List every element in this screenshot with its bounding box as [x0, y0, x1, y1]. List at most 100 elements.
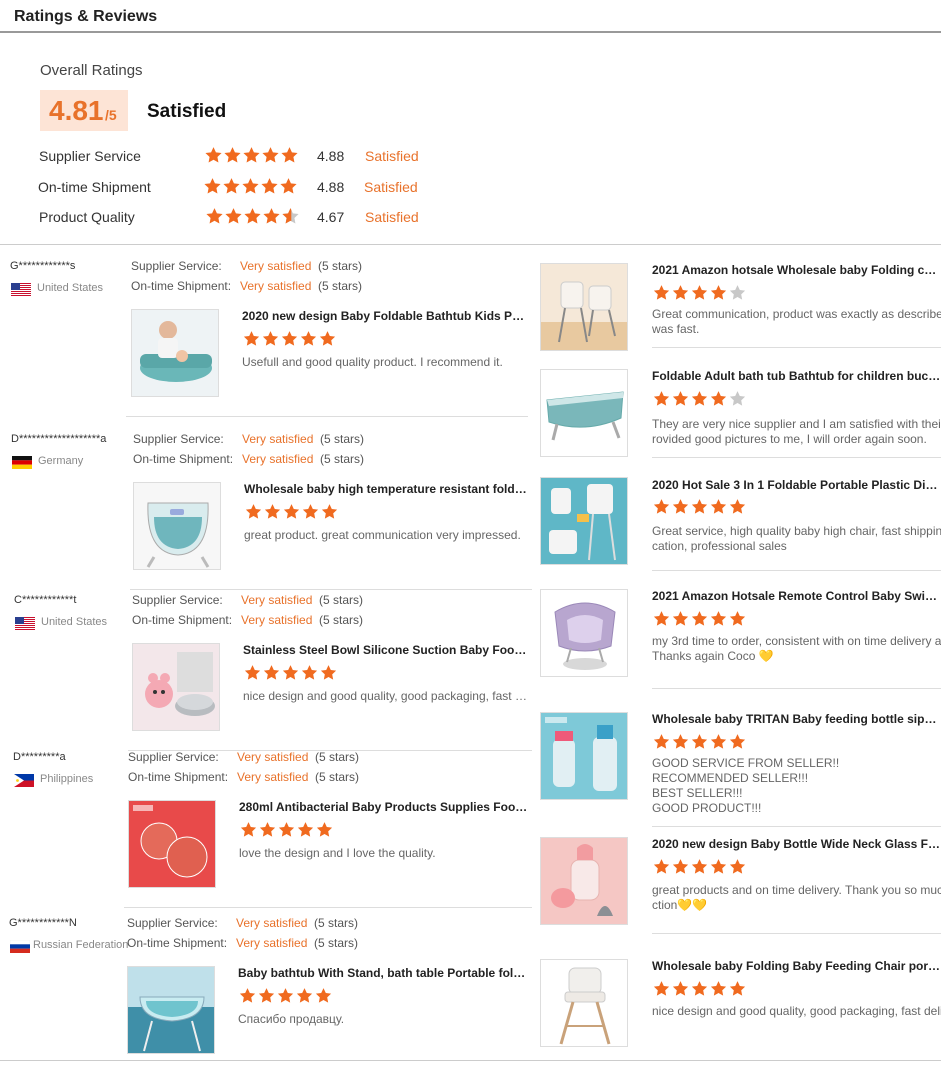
review-rating-stars — [242, 330, 337, 348]
star-full-icon — [244, 503, 263, 520]
star-full-icon — [709, 390, 728, 407]
star-full-icon — [262, 664, 281, 681]
product-thumbnail[interactable] — [132, 643, 220, 731]
product-title-link[interactable]: 280ml Antibacterial Baby Products Suppli… — [239, 800, 530, 814]
on-time-shipment-stars: (5 stars) — [320, 452, 365, 466]
star-empty-icon — [728, 390, 747, 407]
product-title-link[interactable]: Foldable Adult bath tub Bathtub for chil… — [652, 369, 941, 383]
review-rating-stars — [652, 284, 747, 302]
star-full-icon — [238, 987, 257, 1004]
star-full-icon — [690, 733, 709, 750]
review-rating-stars — [239, 821, 334, 839]
product-title-link[interactable]: Stainless Steel Bowl Silicone Suction Ba… — [243, 643, 530, 657]
supplier-service-label: Supplier Service: — [127, 916, 218, 930]
country-flag-icon — [15, 617, 35, 630]
reviewer-name: G************s — [10, 260, 76, 272]
product-thumbnail[interactable] — [540, 589, 628, 677]
star-full-icon — [315, 821, 334, 838]
review-rating-stars — [652, 390, 747, 408]
on-time-shipment-label: On-time Shipment: — [128, 770, 229, 784]
reviewer-name: G************N — [9, 917, 77, 929]
star-full-icon — [279, 177, 298, 195]
star-full-icon — [709, 610, 728, 627]
product-title-link[interactable]: Wholesale baby high temperature resistan… — [244, 482, 530, 496]
product-thumbnail[interactable] — [131, 309, 219, 397]
review-separator — [652, 688, 941, 689]
review-separator — [652, 933, 941, 934]
star-half-icon — [281, 207, 300, 225]
product-title-link[interactable]: Baby bathtub With Stand, bath table Port… — [238, 966, 530, 980]
star-full-icon — [261, 330, 280, 347]
star-full-icon — [301, 503, 320, 520]
supplier-service-status: Very satisfied — [237, 750, 309, 764]
star-full-icon — [690, 284, 709, 301]
star-full-icon — [671, 610, 690, 627]
review-rating-stars — [243, 664, 338, 682]
star-full-icon — [318, 330, 337, 347]
supplier-service-status: Very satisfied — [242, 432, 314, 446]
review-comment: GOOD SERVICE FROM SELLER!! RECOMMENDED SE… — [652, 756, 941, 816]
review-rating-stars — [238, 987, 333, 1005]
review-comment-line: RECOMMENDED SELLER!!! — [652, 771, 809, 785]
product-title-link[interactable]: 2021 Amazon hotsale Wholesale baby Foldi… — [652, 263, 941, 277]
supplier-service-stars: (5 stars) — [318, 259, 363, 273]
product-thumbnail[interactable] — [540, 712, 628, 800]
star-full-icon — [690, 390, 709, 407]
product-title-link[interactable]: Wholesale baby TRITAN Baby feeding bottl… — [652, 712, 941, 726]
review-rating-stars — [652, 858, 747, 876]
review-comment-line: rovided good pictures to me, I will orde… — [652, 432, 927, 446]
summary-value: 4.88 — [317, 179, 345, 195]
star-full-icon — [258, 821, 277, 838]
star-full-icon — [652, 498, 671, 515]
product-thumbnail[interactable] — [127, 966, 215, 1054]
review-comment-line: great products and on time delivery. Tha… — [652, 883, 941, 897]
star-full-icon — [690, 610, 709, 627]
on-time-shipment-stars: (5 stars) — [314, 936, 359, 950]
on-time-shipment-label: On-time Shipment: — [132, 613, 233, 627]
on-time-shipment-status: Very satisfied — [237, 770, 309, 784]
star-full-icon — [652, 858, 671, 875]
product-thumbnail[interactable] — [540, 263, 628, 351]
on-time-shipment-status: Very satisfied — [236, 936, 308, 950]
summary-row-shipment: On-time Shipment 4.88 Satisfied — [0, 177, 500, 199]
review-comment-line: cation, professional sales — [652, 539, 787, 553]
product-thumbnail[interactable] — [540, 959, 628, 1047]
review-separator — [652, 457, 941, 458]
country-flag-icon — [11, 283, 31, 296]
star-full-icon — [728, 498, 747, 515]
review-separator — [652, 826, 941, 827]
section-divider — [0, 244, 941, 245]
product-title-link[interactable]: Wholesale baby Folding Baby Feeding Chai… — [652, 959, 941, 973]
review-comment-line: Thanks again Coco 💛 — [652, 649, 774, 663]
review-separator — [652, 347, 941, 348]
product-title-link[interactable]: 2020 new design Baby Bottle Wide Neck Gl… — [652, 837, 941, 851]
star-full-icon — [709, 858, 728, 875]
product-thumbnail[interactable] — [128, 800, 216, 888]
product-title-link[interactable]: 2020 Hot Sale 3 In 1 Foldable Portable P… — [652, 478, 941, 492]
star-full-icon — [652, 284, 671, 301]
product-thumbnail[interactable] — [133, 482, 221, 570]
on-time-shipment-label: On-time Shipment: — [133, 452, 234, 466]
star-full-icon — [295, 987, 314, 1004]
star-full-icon — [277, 821, 296, 838]
summary-stars — [203, 177, 298, 195]
star-full-icon — [690, 980, 709, 997]
star-full-icon — [243, 207, 262, 225]
star-full-icon — [319, 664, 338, 681]
star-full-icon — [314, 987, 333, 1004]
product-thumbnail[interactable] — [540, 477, 628, 565]
supplier-service-stars: (5 stars) — [320, 432, 365, 446]
review-separator — [652, 570, 941, 571]
product-title-link[interactable]: 2021 Amazon Hotsale Remote Control Baby … — [652, 589, 941, 603]
reviewer-country: United States — [41, 616, 108, 628]
star-full-icon — [276, 987, 295, 1004]
star-full-icon — [257, 987, 276, 1004]
review-comment-line: nice design and good quality, good packa… — [652, 1004, 941, 1018]
product-thumbnail[interactable] — [540, 369, 628, 457]
product-title-link[interactable]: 2020 new design Baby Foldable Bathtub Ki… — [242, 309, 530, 323]
star-full-icon — [671, 733, 690, 750]
product-thumbnail[interactable] — [540, 837, 628, 925]
reviewer-name: D*******************a — [11, 433, 107, 445]
summary-label: On-time Shipment — [38, 179, 151, 195]
star-full-icon — [262, 207, 281, 225]
